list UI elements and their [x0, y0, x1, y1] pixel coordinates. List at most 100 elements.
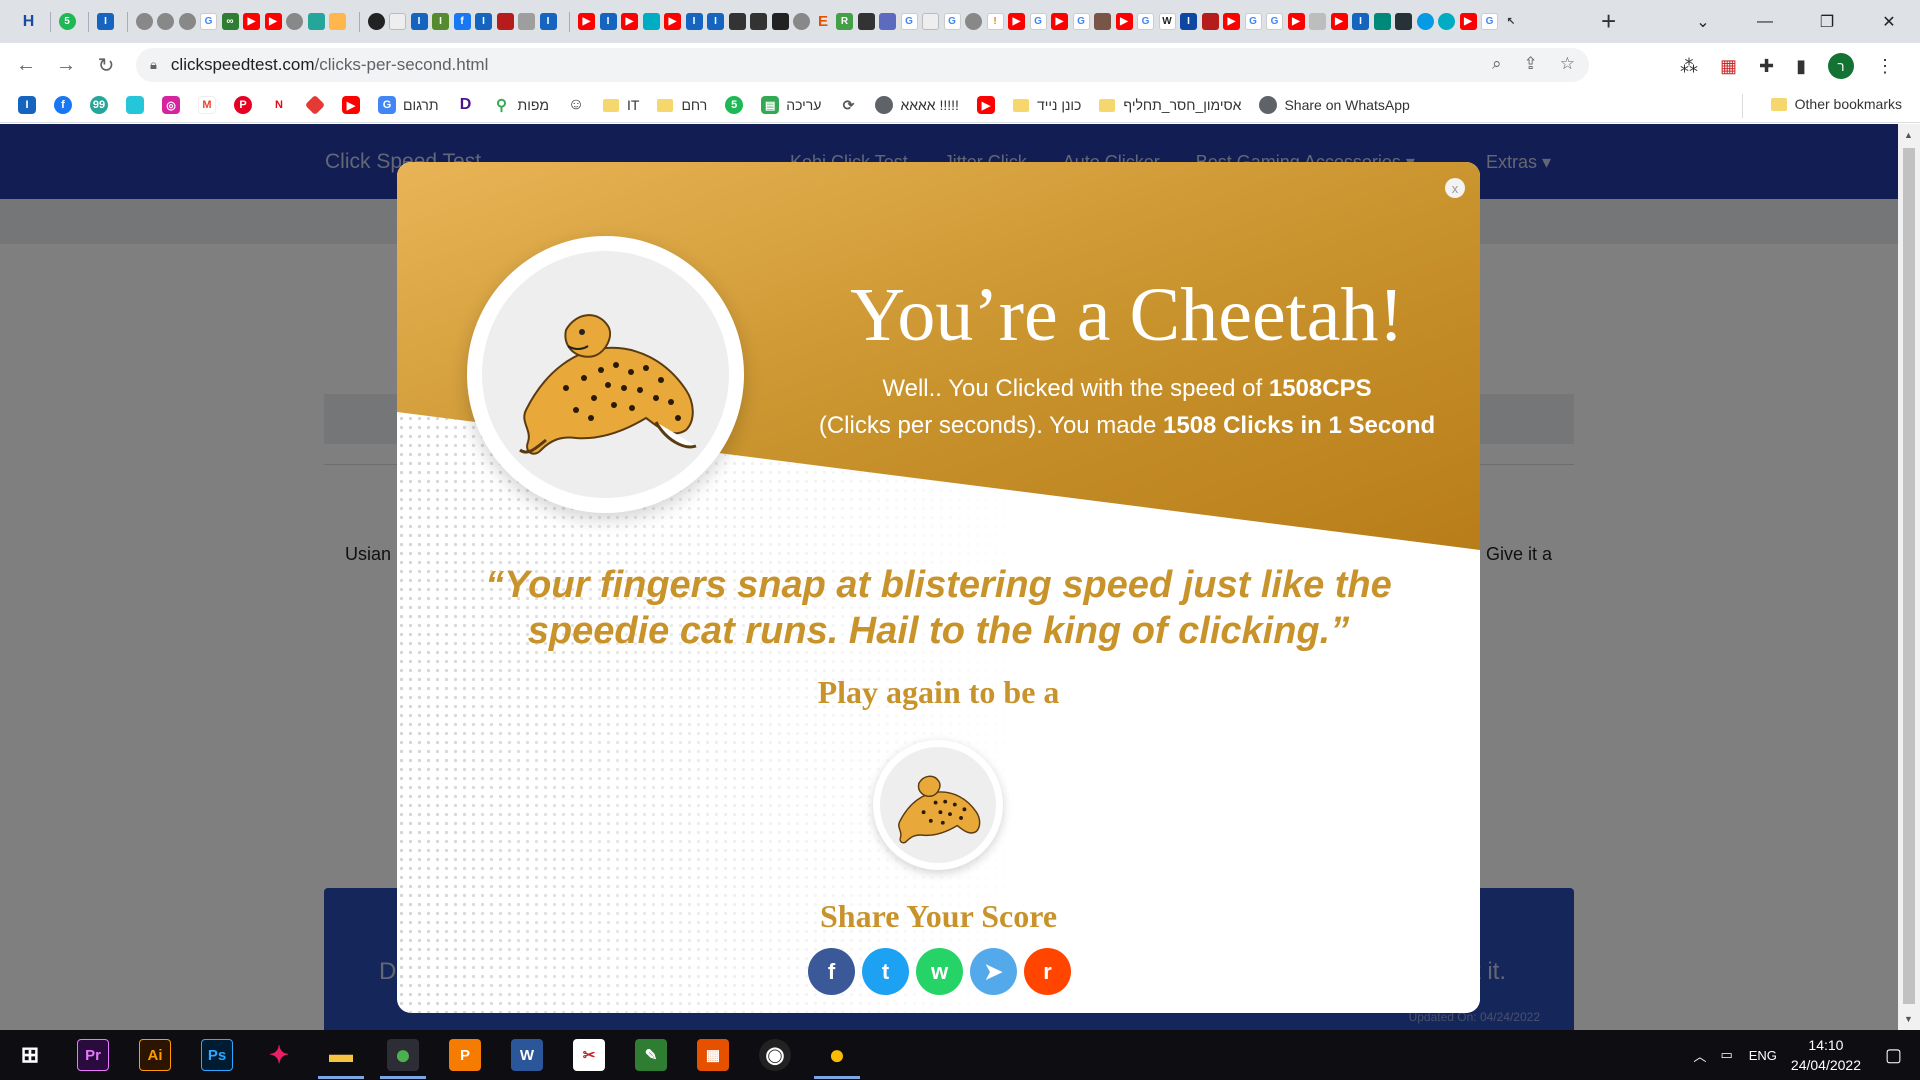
tab-facebook-icon[interactable]: f: [453, 13, 471, 30]
bookmark-star-icon[interactable]: ☆: [1560, 54, 1575, 74]
next-level-badge[interactable]: [873, 740, 1003, 870]
bookmark-i[interactable]: I: [18, 96, 36, 114]
tab-dark-icon[interactable]: [1395, 13, 1412, 30]
tab-cyan-icon[interactable]: [1438, 13, 1455, 30]
bookmark-netflix[interactable]: N: [270, 96, 288, 114]
tab-grey-icon[interactable]: [1309, 13, 1326, 30]
tab-youtube-icon[interactable]: ▶: [1223, 13, 1240, 30]
forward-icon[interactable]: →: [46, 46, 86, 86]
tab-teal-icon[interactable]: [307, 13, 325, 30]
url-text[interactable]: clickspeedtest.com/clicks-per-second.htm…: [171, 55, 488, 75]
taskbar-premiere[interactable]: Pr: [77, 1039, 109, 1071]
bookmark-smiley[interactable]: ☺: [566, 96, 585, 114]
tab-green-icon[interactable]: ∞: [221, 13, 239, 30]
bookmark-layers[interactable]: [126, 96, 144, 114]
taskbar-illustrator[interactable]: Ai: [139, 1039, 171, 1071]
tab-google-icon[interactable]: G: [1266, 13, 1283, 30]
tab-globe-icon[interactable]: [793, 13, 810, 30]
tab-blue-i-icon[interactable]: I: [539, 13, 557, 30]
minimize-icon[interactable]: —: [1734, 0, 1796, 43]
tab-google-icon[interactable]: G: [1029, 13, 1047, 30]
tab-dark-icon[interactable]: [728, 13, 746, 30]
tab-blue-i-icon[interactable]: I: [1352, 13, 1369, 30]
bookmark-folder-it[interactable]: IT: [602, 97, 639, 113]
profile-avatar[interactable]: ר: [1828, 53, 1855, 79]
back-icon[interactable]: ←: [6, 46, 46, 86]
new-tab-button[interactable]: +: [1601, 8, 1616, 34]
other-bookmarks[interactable]: Other bookmarks: [1770, 96, 1902, 112]
tab-search-icon[interactable]: ⌄: [1672, 0, 1734, 43]
reload-icon[interactable]: ↻: [86, 46, 126, 86]
tab-dark-icon[interactable]: [857, 13, 875, 30]
tab-youtube-icon[interactable]: ▶: [1115, 13, 1133, 30]
tab-r-icon[interactable]: R: [836, 13, 853, 30]
reddit-share-button[interactable]: r: [1024, 948, 1071, 995]
tab-google-icon[interactable]: G: [1072, 13, 1090, 30]
tab-red-icon[interactable]: [496, 13, 514, 30]
twitter-share-button[interactable]: t: [862, 948, 909, 995]
taskbar-chrome-2[interactable]: ●: [821, 1039, 853, 1071]
pinned-tabs[interactable]: H 5 I G ∞ ▶ ▶ I I f I I ▶ I ▶ ▶ I I E R …: [0, 0, 1520, 43]
tab-blue-i-icon[interactable]: I: [475, 13, 492, 30]
taskbar-photoshop[interactable]: Ps: [201, 1039, 233, 1071]
tab-blue-i-icon[interactable]: I: [97, 13, 114, 30]
tab-globe-icon[interactable]: [135, 13, 153, 30]
side-panel-icon[interactable]: ▮: [1796, 56, 1806, 77]
tab-google-icon[interactable]: G: [900, 13, 918, 30]
network-icon[interactable]: ▭: [1720, 1047, 1732, 1063]
windows-start-icon[interactable]: ⊞: [14, 1039, 46, 1071]
bookmark-youtube[interactable]: ▶: [342, 96, 360, 114]
tab-youtube-icon[interactable]: ▶: [664, 13, 681, 30]
tab-brown-icon[interactable]: [1094, 13, 1111, 30]
tab-blue-i-icon[interactable]: I: [1180, 13, 1197, 30]
taskbar-word[interactable]: W: [511, 1039, 543, 1071]
scroll-up-icon[interactable]: ▲: [1904, 130, 1913, 140]
tab-google-icon[interactable]: G: [1244, 13, 1262, 30]
language-indicator[interactable]: ENG: [1749, 1048, 1777, 1063]
scroll-down-icon[interactable]: ▼: [1904, 1014, 1913, 1024]
tab-youtube-icon[interactable]: ▶: [1330, 13, 1348, 30]
taskbar-chrome[interactable]: ●: [387, 1039, 419, 1071]
bookmark-share-whatsapp[interactable]: Share on WhatsApp: [1259, 96, 1410, 114]
taskbar-notepad[interactable]: ✎: [635, 1039, 667, 1071]
tab-doc-icon[interactable]: [922, 13, 939, 30]
bookmark-aaaa[interactable]: אאאא !!!!!: [875, 96, 959, 114]
taskbar-snip[interactable]: ✂: [573, 1039, 605, 1071]
tab-dark-icon[interactable]: [750, 13, 767, 30]
telegram-share-button[interactable]: ➤: [970, 948, 1017, 995]
tab-red-icon[interactable]: [771, 13, 789, 30]
tab-doc-icon[interactable]: [389, 13, 406, 30]
bookmark-translate[interactable]: G תרגום: [378, 96, 439, 114]
bookmark-loop[interactable]: ⟳: [839, 96, 858, 114]
tab-grid-icon[interactable]: [879, 13, 896, 30]
taskbar-pdf[interactable]: P: [449, 1039, 481, 1071]
tab-youtube-icon[interactable]: ▶: [1459, 13, 1477, 30]
tab-green-icon[interactable]: I: [432, 13, 449, 30]
whatsapp-share-button[interactable]: w: [916, 948, 963, 995]
tab-blue-i-icon[interactable]: I: [707, 13, 724, 30]
tab-google-icon[interactable]: G: [943, 13, 961, 30]
bookmark-red-diamond[interactable]: [304, 94, 326, 116]
bookmark-gmail[interactable]: M: [198, 96, 216, 114]
tab-green-5-icon[interactable]: 5: [58, 13, 76, 30]
bookmark-folder-drive[interactable]: כונן נייד: [1012, 97, 1081, 113]
tab-github-icon[interactable]: [367, 13, 385, 30]
tab-blue-i-icon[interactable]: I: [599, 13, 617, 30]
tab-youtube-icon[interactable]: ▶: [1008, 13, 1025, 30]
tab-youtube-icon[interactable]: ▶: [578, 13, 595, 30]
extension-icon[interactable]: ⁂: [1680, 56, 1698, 77]
tab-blue-i-icon[interactable]: I: [410, 13, 428, 30]
tab-globe-icon[interactable]: [286, 13, 303, 30]
bookmark-youtube-2[interactable]: ▶: [976, 96, 995, 114]
tab-youtube-icon[interactable]: ▶: [1051, 13, 1068, 30]
bookmark-facebook[interactable]: f: [54, 96, 72, 114]
tab-youtube-icon[interactable]: ▶: [621, 13, 638, 30]
facebook-share-button[interactable]: f: [808, 948, 855, 995]
lock-icon[interactable]: 🔒︎: [150, 57, 157, 73]
tab-e-icon[interactable]: E: [815, 13, 832, 30]
taskbar-file-explorer[interactable]: ▬: [325, 1039, 357, 1071]
taskbar-obs[interactable]: ◉: [759, 1039, 791, 1071]
bookmark-folder-rachem[interactable]: רחם: [657, 97, 707, 113]
tab-cyan-icon[interactable]: [642, 13, 660, 30]
tab-cursor-icon[interactable]: ↖: [1503, 13, 1520, 30]
